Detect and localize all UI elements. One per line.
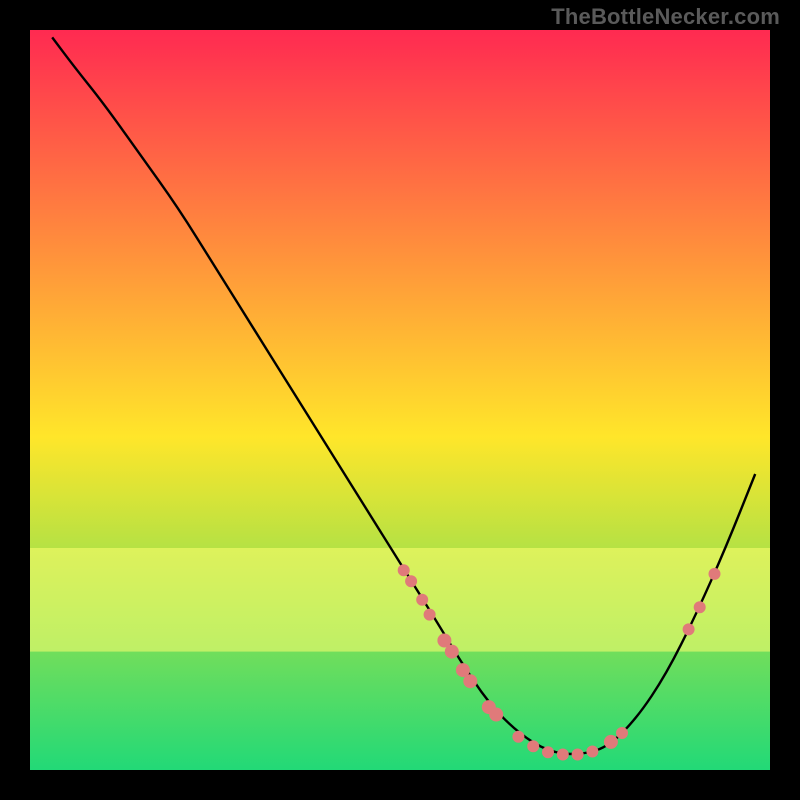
marker-dot <box>416 594 428 606</box>
marker-dot <box>512 731 524 743</box>
marker-dot <box>616 727 628 739</box>
plot-area <box>30 30 770 770</box>
watermark-label: TheBottleNecker.com <box>551 4 780 30</box>
marker-dot <box>604 735 618 749</box>
marker-dot <box>557 749 569 761</box>
marker-dot <box>463 674 477 688</box>
marker-dot <box>694 601 706 613</box>
marker-dot <box>489 708 503 722</box>
marker-dot <box>709 568 721 580</box>
marker-dot <box>527 740 539 752</box>
marker-dot <box>398 564 410 576</box>
chart-frame: TheBottleNecker.com <box>0 0 800 800</box>
marker-dot <box>445 645 459 659</box>
marker-dot <box>683 623 695 635</box>
marker-dot <box>405 575 417 587</box>
marker-dot <box>424 609 436 621</box>
gradient-background <box>30 30 770 770</box>
marker-dot <box>542 746 554 758</box>
bottleneck-chart <box>30 30 770 770</box>
marker-dot <box>572 749 584 761</box>
marker-dot <box>586 746 598 758</box>
